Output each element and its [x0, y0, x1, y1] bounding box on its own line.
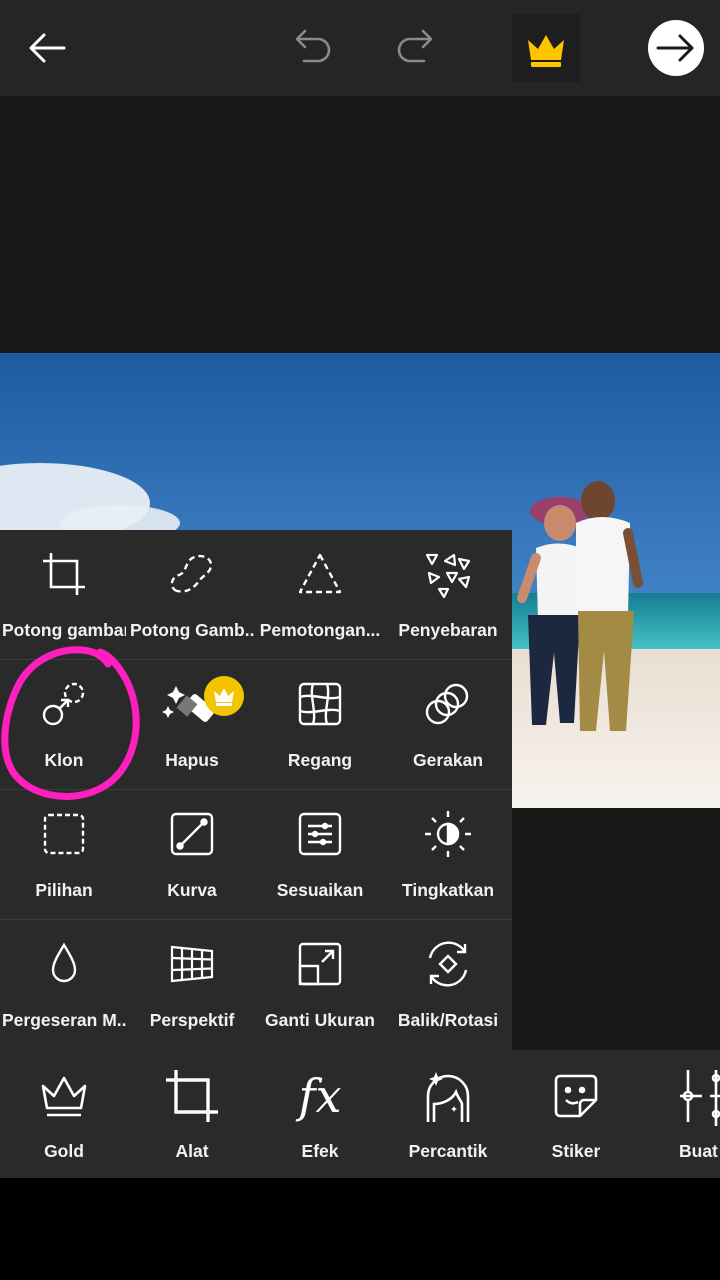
tool-label: Kurva: [167, 880, 217, 900]
selection-icon: [0, 808, 128, 860]
nav-label: Gold: [44, 1141, 84, 1161]
nav-gold[interactable]: Gold: [0, 1050, 128, 1178]
tools-row: Pilihan Kurva Sesuaikan Tingkatkan: [0, 790, 512, 920]
tools-icon: [128, 1066, 256, 1126]
tool-color-shift[interactable]: Pergeseran M...: [0, 920, 128, 1049]
perspective-icon: [128, 938, 256, 990]
nav-label: Percantik: [408, 1141, 488, 1161]
beautify-icon: [384, 1066, 512, 1126]
tool-label: Sesuaikan: [276, 880, 364, 900]
enhance-icon: [384, 808, 512, 860]
tool-flip-rotate[interactable]: Balik/Rotasi: [384, 920, 512, 1049]
tool-label: Ganti Ukuran: [265, 1010, 375, 1030]
tool-label: Pemotongan...: [259, 620, 381, 640]
motion-icon: [384, 678, 512, 730]
tools-row: Pergeseran M... Perspektif Ganti Ukuran …: [0, 920, 512, 1049]
top-toolbar: [0, 0, 720, 96]
nav-sticker[interactable]: Stiker: [512, 1050, 640, 1178]
tool-motion[interactable]: Gerakan: [384, 660, 512, 789]
tool-label: Gerakan: [412, 750, 484, 770]
dispersion-icon: [384, 548, 512, 600]
shape-crop-icon: [256, 548, 384, 600]
redo-icon[interactable]: [382, 14, 450, 82]
fx-icon: fx: [298, 1069, 342, 1123]
tool-label: Potong Gamb...: [130, 620, 254, 640]
curves-icon: [128, 808, 256, 860]
crown-icon[interactable]: [512, 14, 580, 82]
nav-beautify[interactable]: Percantik: [384, 1050, 512, 1178]
nav-effects[interactable]: fx Efek: [256, 1050, 384, 1178]
adjust-icon: [256, 808, 384, 860]
tool-perspective[interactable]: Perspektif: [128, 920, 256, 1049]
nav-label: Alat: [175, 1141, 209, 1161]
make-icon: [640, 1066, 720, 1126]
drop-icon: [0, 938, 128, 990]
nav-label: Buat: [679, 1141, 718, 1161]
nav-label: Efek: [301, 1141, 339, 1161]
tool-label: Potong gambar: [2, 620, 126, 640]
tool-resize[interactable]: Ganti Ukuran: [256, 920, 384, 1049]
premium-badge-icon: [204, 676, 244, 716]
tool-label: Pergeseran M...: [2, 1010, 126, 1030]
system-nav-area: [0, 1178, 720, 1280]
nav-tools[interactable]: Alat: [128, 1050, 256, 1178]
tool-shape-crop[interactable]: Pemotongan...: [256, 530, 384, 659]
tool-curves[interactable]: Kurva: [128, 790, 256, 919]
tool-enhance[interactable]: Tingkatkan: [384, 790, 512, 919]
nav-label: Stiker: [551, 1141, 601, 1161]
annotation-circle: [0, 640, 150, 805]
tool-label: Balik/Rotasi: [397, 1010, 499, 1030]
back-arrow-icon[interactable]: [14, 14, 82, 82]
undo-icon[interactable]: [278, 14, 346, 82]
sticker-icon: [512, 1066, 640, 1126]
tool-dispersion[interactable]: Penyebaran: [384, 530, 512, 659]
stretch-icon: [256, 678, 384, 730]
bottom-nav: Gold Alat fx Efek Percantik Stiker Buat: [0, 1050, 720, 1178]
tool-label: Regang: [287, 750, 353, 770]
flip-rotate-icon: [384, 938, 512, 990]
freecrop-icon: [128, 548, 256, 600]
tool-label: Penyebaran: [398, 620, 498, 640]
tool-label: Tingkatkan: [401, 880, 495, 900]
crop-icon: [0, 548, 128, 600]
nav-make[interactable]: Buat: [640, 1050, 720, 1178]
tool-label: Perspektif: [149, 1010, 235, 1030]
tool-stretch[interactable]: Regang: [256, 660, 384, 789]
next-arrow-icon[interactable]: [642, 14, 710, 82]
resize-icon: [256, 938, 384, 990]
tool-adjust[interactable]: Sesuaikan: [256, 790, 384, 919]
tool-label: Pilihan: [35, 880, 93, 900]
gold-crown-icon: [0, 1066, 128, 1126]
tool-selection[interactable]: Pilihan: [0, 790, 128, 919]
